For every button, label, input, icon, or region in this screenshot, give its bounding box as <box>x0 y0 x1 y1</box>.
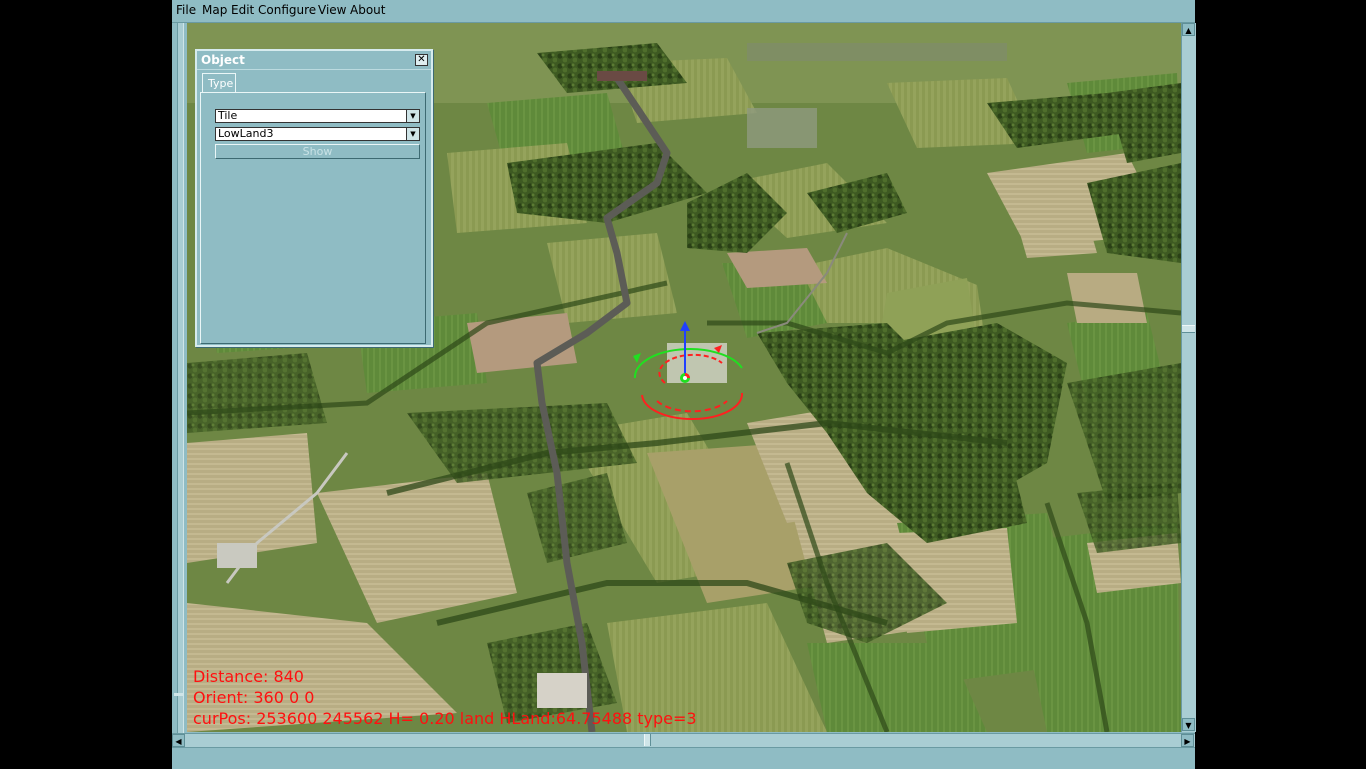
show-button[interactable]: Show <box>215 144 420 159</box>
chevron-down-icon[interactable]: ▼ <box>406 110 419 122</box>
orient-readout: Orient: 360 0 0 <box>193 688 315 707</box>
tile-select[interactable]: LowLand3 ▼ <box>215 127 420 141</box>
left-splitter[interactable] <box>172 23 187 733</box>
menu-edit[interactable]: Edit <box>231 3 254 17</box>
status-bar <box>172 747 1195 769</box>
chevron-down-icon[interactable]: ▼ <box>406 128 419 140</box>
close-icon[interactable]: ✕ <box>415 54 428 66</box>
horizontal-scroll-thumb[interactable] <box>644 734 651 746</box>
arrow-right-icon[interactable]: ▶ <box>1181 734 1194 747</box>
tile-select-value: LowLand3 <box>218 127 274 140</box>
arrow-down-icon[interactable]: ▼ <box>1182 718 1195 731</box>
splitter-bar <box>177 23 184 733</box>
object-panel: Object ✕ Type Tile ▼ LowLand3 ▼ Show <box>195 49 433 347</box>
splitter-handle[interactable] <box>174 693 184 696</box>
category-select[interactable]: Tile ▼ <box>215 109 420 123</box>
horizontal-scrollbar[interactable]: ◀ ▶ <box>172 733 1195 747</box>
menu-configure[interactable]: Configure <box>258 3 316 17</box>
viewport-info-overlay: Distance: 840 Orient: 360 0 0 curPos: 25… <box>193 666 697 729</box>
arrow-left-icon[interactable]: ◀ <box>172 734 185 747</box>
object-panel-titlebar[interactable]: Object ✕ <box>197 51 431 70</box>
type-tab-content: Tile ▼ LowLand3 ▼ Show <box>200 92 426 344</box>
menu-about[interactable]: About <box>350 3 385 17</box>
menu-map[interactable]: Map <box>202 3 227 17</box>
vertical-scroll-thumb[interactable] <box>1182 325 1195 333</box>
arrow-up-icon[interactable]: ▲ <box>1182 23 1195 36</box>
menu-view[interactable]: View <box>318 3 346 17</box>
tab-type-label: Type <box>208 77 234 90</box>
menu-bar: File Map Edit Configure View About <box>172 0 1195 23</box>
category-select-value: Tile <box>218 109 238 122</box>
curpos-readout: curPos: 253600 245562 H= 0.20 land HLand… <box>193 709 697 728</box>
distance-readout: Distance: 840 <box>193 667 304 686</box>
tab-type[interactable]: Type <box>202 73 236 93</box>
menu-file[interactable]: File <box>176 3 196 17</box>
vertical-scrollbar[interactable]: ▲ ▼ <box>1181 23 1196 732</box>
object-panel-title: Object <box>201 53 245 67</box>
